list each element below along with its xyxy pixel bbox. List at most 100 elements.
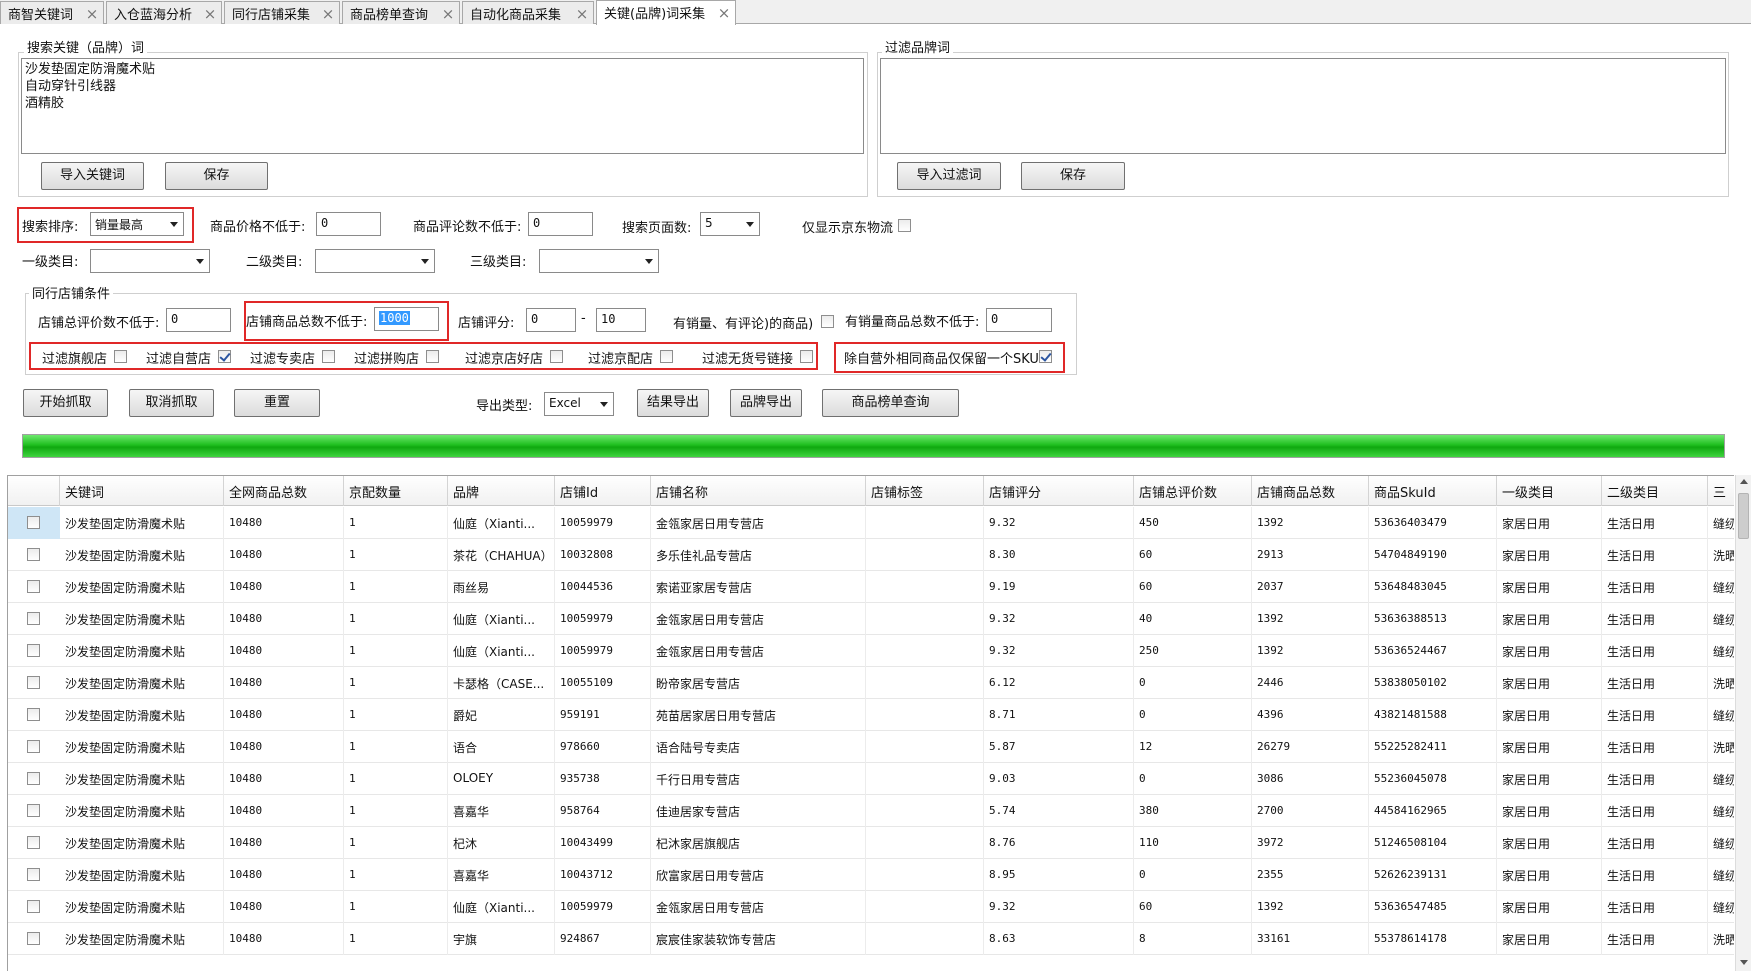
row-selector[interactable] <box>8 795 60 827</box>
table-row[interactable]: 沙发垫固定防滑魔术贴 10480 1 茶花（CHAHUA） 10032808 多乐佳礼品专… <box>8 539 1734 571</box>
tab-peer-shop-collect[interactable]: 同行店铺采集 × <box>224 1 340 24</box>
close-icon[interactable]: × <box>321 7 335 22</box>
sales-goods-input[interactable]: 0 <box>986 308 1052 332</box>
row-checkbox[interactable] <box>27 644 40 657</box>
row-selector[interactable] <box>8 507 60 539</box>
row-checkbox[interactable] <box>27 612 40 625</box>
sort-select[interactable]: 销量最高 <box>90 212 184 236</box>
row-selector[interactable] <box>8 859 60 891</box>
filter-no-sku-link-checkbox[interactable] <box>800 350 813 363</box>
pages-select[interactable]: 5 <box>700 212 760 236</box>
row-selector[interactable] <box>8 603 60 635</box>
reset-button[interactable]: 重置 <box>234 389 320 417</box>
total-goods-input[interactable]: 1000 <box>374 307 439 331</box>
column-header[interactable]: 关键词 <box>60 476 224 506</box>
tab-shangzhi-keywords[interactable]: 商智关键词 × <box>0 1 104 24</box>
close-icon[interactable]: × <box>85 7 99 22</box>
tab-auto-goods-collect[interactable]: 自动化商品采集 × <box>462 1 594 24</box>
tab-keyword-brand-collect[interactable]: 关键(品牌)词采集 × <box>596 0 736 25</box>
row-selector[interactable] <box>8 827 60 859</box>
import-keywords-button[interactable]: 导入关键词 <box>41 162 144 190</box>
table-row[interactable]: 沙发垫固定防滑魔术贴 10480 1 仙庭（Xianti... 10059979 金瓴家居… <box>8 635 1734 667</box>
min-price-input[interactable]: 0 <box>316 212 381 236</box>
column-header[interactable]: 店铺标签 <box>866 476 984 506</box>
table-row[interactable]: 沙发垫固定防滑魔术贴 10480 1 喜嘉华 10043712 欣富家居日用专营店 8.95… <box>8 859 1734 891</box>
filter-brands-textarea[interactable] <box>880 58 1726 154</box>
table-row[interactable]: 沙发垫固定防滑魔术贴 10480 1 宇旗 924867 宸宸佳家装软饰专营店 8.63 8 3… <box>8 923 1734 955</box>
filter-self-operated-checkbox[interactable] <box>218 350 231 363</box>
rating-min-input[interactable]: 0 <box>526 308 576 332</box>
row-checkbox[interactable] <box>27 868 40 881</box>
row-selector[interactable] <box>8 923 60 955</box>
filter-group-buy-checkbox[interactable] <box>426 350 439 363</box>
table-row[interactable]: 沙发垫固定防滑魔术贴 10480 1 卡瑟格（CASE... 10055109 盼帝家居专… <box>8 667 1734 699</box>
tab-warehouse-blue-ocean[interactable]: 入仓蓝海分析 × <box>106 1 222 24</box>
row-checkbox[interactable] <box>27 676 40 689</box>
column-header[interactable]: 店铺Id <box>555 476 651 506</box>
save-filter-words-button[interactable]: 保存 <box>1021 162 1125 190</box>
table-row[interactable]: 沙发垫固定防滑魔术贴 10480 1 仙庭（Xianti... 10059979 金瓴家居… <box>8 891 1734 923</box>
cat2-select[interactable] <box>315 249 435 273</box>
row-selector[interactable] <box>8 699 60 731</box>
table-row[interactable]: 沙发垫固定防滑魔术贴 10480 1 语合 978660 语合陆号专卖店 5.87 12 262… <box>8 731 1734 763</box>
tab-ranking-query[interactable]: 商品榜单查询 × <box>342 1 460 24</box>
scroll-thumb[interactable] <box>1738 493 1749 539</box>
table-row[interactable]: 沙发垫固定防滑魔术贴 10480 1 爵妃 959191 苑苗居家居日用专营店 8.71 0 4… <box>8 699 1734 731</box>
row-checkbox[interactable] <box>27 548 40 561</box>
save-keywords-button[interactable]: 保存 <box>165 162 268 190</box>
column-header[interactable]: 一级类目 <box>1497 476 1602 506</box>
import-filter-words-button[interactable]: 导入过滤词 <box>897 162 1001 190</box>
column-header[interactable]: 二级类目 <box>1602 476 1708 506</box>
close-icon[interactable]: × <box>203 7 217 22</box>
rating-max-input[interactable]: 10 <box>596 308 646 332</box>
row-checkbox[interactable] <box>27 804 40 817</box>
row-checkbox[interactable] <box>27 900 40 913</box>
filter-specialty-checkbox[interactable] <box>322 350 335 363</box>
row-checkbox[interactable] <box>27 516 40 529</box>
row-selector[interactable] <box>8 571 60 603</box>
column-header[interactable]: 店铺名称 <box>651 476 866 506</box>
column-header[interactable]: 品牌 <box>448 476 555 506</box>
row-checkbox[interactable] <box>27 836 40 849</box>
row-selector[interactable] <box>8 635 60 667</box>
ranking-query-button[interactable]: 商品榜单查询 <box>822 389 959 417</box>
table-row[interactable]: 沙发垫固定防滑魔术贴 10480 1 OLOEY 935738 千行日用专营店 9.03 0 3… <box>8 763 1734 795</box>
row-selector[interactable] <box>8 667 60 699</box>
column-header[interactable]: 全网商品总数 <box>224 476 344 506</box>
export-results-button[interactable]: 结果导出 <box>637 389 709 417</box>
vertical-scrollbar[interactable] <box>1735 475 1751 971</box>
table-row[interactable]: 沙发垫固定防滑魔术贴 10480 1 仙庭（Xianti... 10059979 金瓴家居… <box>8 603 1734 635</box>
keep-one-sku-checkbox[interactable] <box>1039 350 1052 363</box>
close-icon[interactable]: × <box>441 7 455 22</box>
min-comments-input[interactable]: 0 <box>528 212 593 236</box>
export-type-select[interactable]: Excel <box>544 392 614 416</box>
row-selector[interactable] <box>8 891 60 923</box>
filter-good-shop-checkbox[interactable] <box>550 350 563 363</box>
row-selector[interactable] <box>8 539 60 571</box>
chevron-down-icon[interactable] <box>1740 960 1748 965</box>
table-row[interactable]: 沙发垫固定防滑魔术贴 10480 1 喜嘉华 958764 佳迪居家专营店 5.74 380 2… <box>8 795 1734 827</box>
search-keywords-textarea[interactable]: 沙发垫固定防滑魔术贴 自动穿针引线器 酒精胶 <box>21 58 864 154</box>
row-checkbox[interactable] <box>27 580 40 593</box>
row-checkbox[interactable] <box>27 932 40 945</box>
has-sales-checkbox[interactable] <box>821 315 834 328</box>
export-brands-button[interactable]: 品牌导出 <box>730 389 802 417</box>
chevron-up-icon[interactable] <box>1740 479 1748 484</box>
column-header[interactable]: 店铺商品总数 <box>1252 476 1369 506</box>
row-checkbox[interactable] <box>27 772 40 785</box>
close-icon[interactable]: × <box>575 7 589 22</box>
table-row[interactable]: 沙发垫固定防滑魔术贴 10480 1 雨丝易 10044536 索诺亚家居专营店 9.19 6… <box>8 571 1734 603</box>
table-row[interactable]: 沙发垫固定防滑魔术贴 10480 1 杞沐 10043499 杞沐家居旗舰店 8.76 110… <box>8 827 1734 859</box>
column-header[interactable]: 京配数量 <box>344 476 448 506</box>
total-reviews-input[interactable]: 0 <box>166 308 231 332</box>
filter-flagship-checkbox[interactable] <box>114 350 127 363</box>
cat3-select[interactable] <box>539 249 659 273</box>
filter-jd-delivery-checkbox[interactable] <box>660 350 673 363</box>
cat1-select[interactable] <box>90 249 210 273</box>
column-header[interactable]: 三 <box>1708 476 1734 506</box>
results-table[interactable]: 关键词 全网商品总数 京配数量 品牌 店铺Id 店铺名称 店铺标签 店铺评分 店铺总评价数 店铺商… <box>7 475 1734 971</box>
column-header[interactable]: 店铺评分 <box>984 476 1134 506</box>
column-header[interactable]: 商品SkuId <box>1369 476 1497 506</box>
close-icon[interactable]: × <box>717 6 731 21</box>
row-checkbox[interactable] <box>27 708 40 721</box>
